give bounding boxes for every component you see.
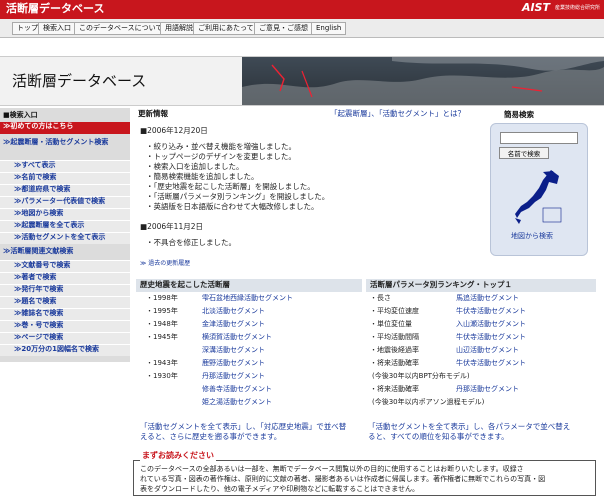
sidebar-item-by-page[interactable]: ≫ページで検索 [0,332,130,344]
warning-title: まずお読みください [140,451,216,462]
ranking-param: ・単位変位量 [370,320,412,328]
ranking-param: ・平均活動間隔 [370,333,419,341]
sidebar-item-by-sheet-name[interactable]: ≫20万分の1図幅名で検索 [0,344,130,356]
news-date-1: ■2006年12月20日 [140,126,208,135]
aist-logo[interactable]: AIST [522,1,550,16]
historic-segment-link[interactable]: 横須賀活動セグメント [202,333,272,342]
historic-year: ・1930年 [146,372,178,380]
warning-line: このデータベースの全部あるいは一部を、無断でデータベース閲覧以外の目的に使用する… [140,465,524,473]
sidebar-item-show-all[interactable]: ≫すべて表示 [0,160,130,172]
ranking-model-note: (今後30年以内BPT分布モデル) [372,372,470,380]
ranking-model-note: (今後30年以内ポアソン過程モデル) [372,398,485,406]
historic-section-header: 歴史地震を起こした活断層 [136,279,362,292]
news-item: ・検索入口を追加しました。 [146,162,244,171]
historic-year: ・1998年 [146,294,178,302]
historic-segment-link[interactable]: 深溝活動セグメント [202,346,265,355]
warning-box: このデータベースの全部あるいは一部を、無断でデータベース閲覧以外の目的に使用する… [133,460,596,496]
banner-satellite-map [242,57,604,105]
sidebar-item-all-segments[interactable]: ≫活動セグメントを全て表示 [0,232,130,244]
quick-search-title: 簡易検索 [504,110,534,119]
news-item: ・不具合を修正しました。 [146,238,236,247]
sidebar-section-fault-search[interactable]: ≫起震断層・活動セグメント検索 [0,138,120,147]
banner-title: 活断層データベース [12,72,147,90]
historic-segment-link[interactable]: 鹿野活動セグメント [202,359,265,368]
ranking-segment-link[interactable]: 牛伏寺活動セグメント [456,307,526,316]
sidebar-item-by-volume[interactable]: ≫巻・号で検索 [0,320,130,332]
sidebar-item-by-prefecture[interactable]: ≫都道府県で検索 [0,184,130,196]
warning-line: 表をダウンロードしたり、他の電子メディアや印刷物などに転載することはできません。 [140,484,420,493]
ranking-segment-link[interactable]: 馬追活動セグメント [456,294,519,303]
ranking-param: ・長さ [370,294,391,302]
sidebar-item-by-parameter[interactable]: ≫パラメーター代表値で検索 [0,196,130,208]
ranking-param: ・平均変位速度 [370,307,419,315]
news-item: ・英語版を日本語版に合わせて大幅改修しました。 [146,202,319,211]
japan-map-icon[interactable] [513,168,565,226]
sidebar-item-by-name[interactable]: ≫名前で検索 [0,172,130,184]
nav-bar: トップ 検索入口 このデータベースについて 用語解説 ご利用にあたって ご意見・… [0,19,604,38]
historic-year: ・1948年 [146,320,178,328]
sidebar-section-literature[interactable]: ≫活断層関連文献検索 [0,247,130,256]
sidebar: ■検索入口 ≫初めての方はこちら ≫起震断層・活動セグメント検索 ≫すべて表示 … [0,108,130,362]
historic-segment-link[interactable]: 修善寺活動セグメント [202,385,272,394]
ranking-section-header: 活断層パラメータ別ランキング・トップ１ [366,279,596,292]
news-item: ・簡易検索機能を追加しました。 [146,172,259,181]
historic-footer-line1: 「活動セグメントを全て表示」し、「対応歴史地震」で並べ替 [140,422,347,431]
sidebar-item-all-faults[interactable]: ≫起震断層を全て表示 [0,220,130,232]
ranking-footer-line2: ると、すべての順位を知る事ができます。 [368,432,509,441]
site-title: 活断層データベース [6,2,105,15]
historic-year: ・1995年 [146,307,178,315]
historic-footer-line2: えると、さらに歴史を遡る事ができます。 [140,432,282,441]
historic-segment-link[interactable]: 北淡活動セグメント [202,307,265,316]
historic-year: ・1945年 [146,333,178,341]
ranking-param: ・将来活動確率 [370,359,419,367]
sidebar-item-by-journal[interactable]: ≫雑誌名で検索 [0,308,130,320]
sidebar-item-by-doc-number[interactable]: ≫文献番号で検索 [0,260,130,272]
satellite-map-image [242,57,604,105]
ranking-param: ・将来活動確率 [370,385,419,393]
sidebar-item-by-title[interactable]: ≫題名で検索 [0,296,130,308]
org-name: 産業技術総合研究所 [554,5,600,11]
news-title: 更新情報 [138,109,168,118]
ranking-segment-link[interactable]: 山辺活動セグメント [456,346,519,355]
nav-about-db[interactable]: このデータベースについて [74,22,168,35]
ranking-segment-link[interactable]: 牛伏寺活動セグメント [456,333,526,342]
historic-segment-link[interactable]: 姫之湯活動セグメント [202,398,272,407]
quick-search-panel: 名前で検索 地図から検索 [490,123,588,256]
nav-feedback[interactable]: ご意見・ご感想 [254,22,313,35]
ranking-segment-link[interactable]: 牛伏寺活動セグメント [456,359,526,368]
ranking-segment-link[interactable]: 入山瀬活動セグメント [456,320,526,329]
news-item: ・絞り込み・並べ替え機能を増強しました。 [146,142,296,151]
ranking-footer-line1: 「活動セグメントを全て表示」し、各パラメータで並べ替え [368,422,571,431]
warning-line: れている写真・図表の著作権は、原則的に文献の著者、撮影者あるいは作成者に帰属しま… [140,474,546,483]
nav-english[interactable]: English [311,22,347,35]
top-bar: 活断層データベース AIST 産業技術総合研究所 [0,0,604,19]
ranking-param: ・地震後経過率 [370,346,419,354]
news-date-2: ■2006年11月2日 [140,222,203,231]
sidebar-item-by-map[interactable]: ≫地図から検索 [0,208,130,220]
sidebar-item-by-author[interactable]: ≫著者で検索 [0,272,130,284]
nav-search-entry[interactable]: 検索入口 [38,22,76,35]
sidebar-heading: ■検索入口 [3,111,38,119]
sidebar-item-by-year[interactable]: ≫発行年で検索 [0,284,130,296]
ranking-segment-link[interactable]: 丹那活動セグメント [456,385,519,394]
historic-segment-link[interactable]: 雫石盆地西縁活動セグメント [202,294,293,303]
sidebar-first-time[interactable]: ≫初めての方はこちら [0,122,130,134]
historic-title: 歴史地震を起こした活断層 [140,280,230,289]
historic-segment-link[interactable]: 金津活動セグメント [202,320,265,329]
historic-year: ・1943年 [146,359,178,367]
news-item: ・「活断層パラメータ別ランキング」を開設しました。 [146,192,330,201]
historic-segment-link[interactable]: 丹那活動セグメント [202,372,265,381]
search-by-name-button[interactable]: 名前で検索 [499,147,549,159]
news-item: ・トップページのデザインを変更しました。 [146,152,296,161]
quick-search-input[interactable] [500,132,578,144]
banner: 活断層データベース [0,56,604,106]
ranking-title: 活断層パラメータ別ランキング・トップ１ [370,280,513,289]
nav-terms-of-use[interactable]: ご利用にあたって [193,22,259,35]
map-search-link[interactable]: 地図から検索 [511,232,553,241]
past-updates-link[interactable]: ≫ 過去の更新履歴 [140,260,190,268]
about-fault-link[interactable]: 「起震断層」、「活動セグメント」とは？ [330,109,465,119]
news-item: ・「歴史地震を起こした活断層」を開設しました。 [146,182,315,191]
